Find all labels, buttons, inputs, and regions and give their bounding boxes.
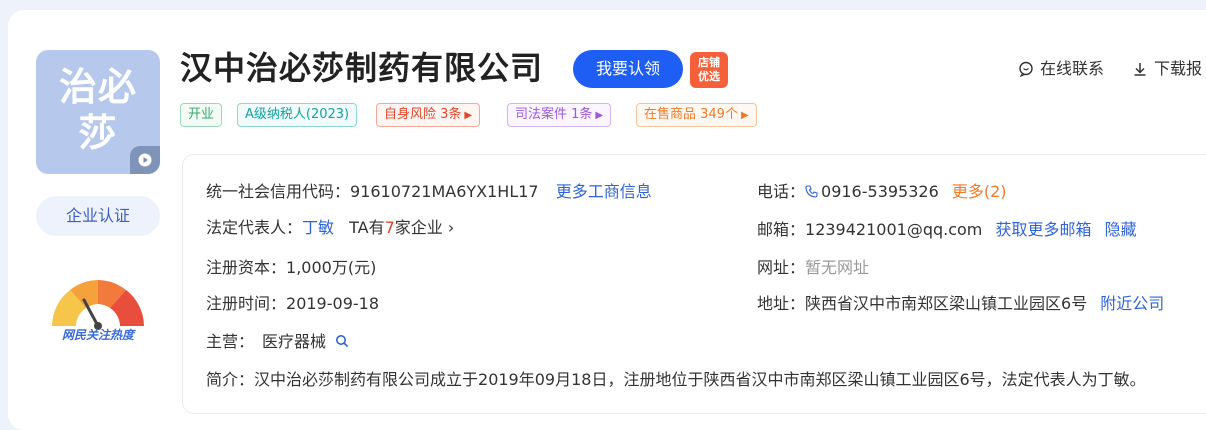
ta-prefix: TA有	[349, 218, 385, 237]
email-value: 1239421001@qq.com	[805, 220, 983, 239]
company-logo[interactable]: 治必莎	[36, 50, 160, 174]
enterprise-cert-button[interactable]: 企业认证	[36, 196, 160, 236]
risk-text: 自身风险 3条	[384, 107, 462, 122]
products-text: 在售商品 349个	[644, 107, 738, 122]
legal-rep-row: 法定代表人：丁敏 TA有7家企业 ›	[206, 217, 454, 239]
phone-more-link[interactable]: 更多(2)	[952, 182, 1007, 201]
download-report-button[interactable]: 下载报	[1132, 58, 1202, 80]
credit-code-value: 91610721MA6YX1HL17	[350, 182, 539, 201]
more-business-link[interactable]: 更多工商信息	[556, 182, 652, 201]
caret-right-icon: ▶	[464, 110, 473, 121]
taxpayer-text: A级纳税人(2023)	[245, 107, 350, 122]
products-tag[interactable]: 在售商品 349个 ▶	[636, 103, 757, 127]
main-label: 主营：	[206, 332, 255, 351]
more-email-link[interactable]: 获取更多邮箱	[995, 220, 1091, 239]
reg-time-row: 注册时间：2019-09-18	[206, 293, 379, 315]
play-icon[interactable]	[130, 146, 160, 174]
legal-rep-link[interactable]: 丁敏	[302, 218, 334, 237]
judicial-tag[interactable]: 司法案件 1条 ▶	[507, 103, 612, 127]
intro-label: 简介：	[206, 370, 255, 389]
hide-link[interactable]: 隐藏	[1105, 220, 1137, 239]
reg-time-label: 注册时间：	[206, 294, 287, 313]
status-badge: 开业	[180, 103, 223, 127]
search-icon[interactable]	[335, 334, 349, 348]
email-label: 邮箱：	[757, 220, 806, 239]
main-business-row: 主营： 医疗器械	[206, 331, 349, 353]
phone-value: 0916-5395326	[821, 182, 939, 201]
address-row: 地址：陕西省汉中市南郑区梁山镇工业园区6号 附近公司	[757, 293, 1164, 315]
caret-right-icon: ▶	[595, 110, 604, 121]
caret-right-icon: ▶	[740, 110, 749, 121]
claim-button[interactable]: 我要认领	[573, 50, 683, 88]
website-row: 网址：暂无网址	[757, 257, 869, 279]
judicial-text: 司法案件 1条	[515, 107, 593, 122]
risk-tag[interactable]: 自身风险 3条 ▶	[376, 103, 481, 127]
email-row: 邮箱：1239421001@qq.com 获取更多邮箱 隐藏	[757, 219, 1137, 241]
phone-row: 电话： 0916-5395326 更多(2)	[757, 181, 1007, 203]
chevron-right-icon: ›	[447, 218, 455, 237]
download-icon	[1134, 63, 1146, 76]
address-value: 陕西省汉中市南郑区梁山镇工业园区6号	[805, 294, 1088, 313]
download-label: 下载报	[1154, 59, 1203, 78]
intro-text: 汉中治必莎制药有限公司成立于2019年09月18日，注册地位于陕西省汉中市南郑区…	[254, 370, 1146, 389]
legal-rep-label: 法定代表人：	[206, 218, 303, 237]
ta-count: 7	[384, 218, 395, 237]
online-contact-label: 在线联系	[1040, 59, 1105, 78]
phone-label: 电话：	[757, 182, 806, 201]
capital-label: 注册资本：	[206, 258, 287, 277]
company-name: 汉中治必莎制药有限公司	[180, 49, 544, 87]
intro-row: 简介：汉中治必莎制药有限公司成立于2019年09月18日，注册地位于陕西省汉中市…	[206, 369, 1146, 391]
chat-icon	[1019, 61, 1033, 77]
website-value: 暂无网址	[805, 258, 870, 277]
main-value: 医疗器械	[262, 332, 327, 351]
heat-label: 网民关注热度	[61, 328, 134, 342]
nearby-link[interactable]: 附近公司	[1100, 294, 1164, 313]
phone-icon	[805, 185, 818, 198]
logo-text: 治必莎	[58, 65, 137, 155]
ta-suffix: 家企业	[394, 218, 443, 237]
address-label: 地址：	[757, 294, 806, 313]
credit-code-row: 统一社会信用代码：91610721MA6YX1HL17 更多工商信息	[206, 181, 652, 203]
ta-companies-link[interactable]: TA有7家企业 ›	[349, 218, 454, 237]
website-label: 网址：	[757, 258, 806, 277]
credit-code-label: 统一社会信用代码：	[206, 182, 351, 201]
shop-badge[interactable]: 店铺优选	[690, 52, 728, 88]
online-contact-button[interactable]: 在线联系	[1018, 58, 1104, 80]
taxpayer-badge: A级纳税人(2023)	[237, 103, 358, 127]
reg-time-value: 2019-09-18	[286, 294, 379, 313]
shop-badge-text: 店铺优选	[698, 56, 720, 83]
capital-value: 1,000万(元)	[286, 258, 377, 277]
status-text: 开业	[188, 107, 215, 122]
capital-row: 注册资本：1,000万(元)	[206, 257, 376, 279]
